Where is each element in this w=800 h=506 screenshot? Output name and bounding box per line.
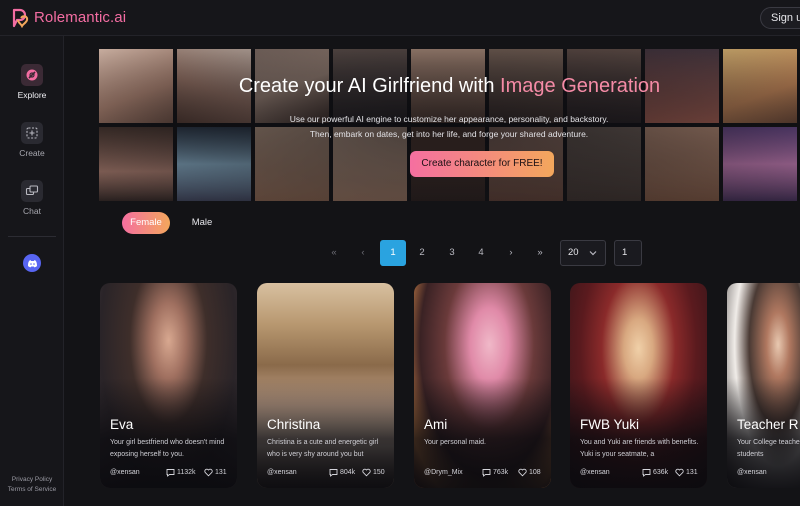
- hero-subtitle: Use our powerful AI engine to customize …: [289, 114, 609, 139]
- sidebar-item-label: Explore: [17, 90, 47, 100]
- card-author[interactable]: @Drym_Mix: [424, 469, 463, 476]
- privacy-policy-link[interactable]: Privacy Policy: [0, 476, 64, 483]
- sidebar-item-label: Create: [19, 148, 45, 158]
- card-likes-count: 150: [373, 469, 385, 476]
- first-page-button[interactable]: «: [321, 240, 347, 266]
- hero-title: Create your AI Girlfriend with Image Gen…: [99, 75, 800, 98]
- sign-up-button[interactable]: Sign up: [760, 7, 800, 29]
- chat-icon: [21, 180, 43, 202]
- card-description: Your personal maid.: [424, 439, 487, 446]
- card-description: Your girl bestfriend who doesn't mind ex…: [110, 439, 225, 458]
- card-likes-count: 108: [529, 469, 541, 476]
- card-likes[interactable]: 108: [518, 468, 541, 477]
- sidebar: Explore Create Chat Privacy Policy Terms…: [0, 36, 64, 506]
- logo-icon[interactable]: [11, 8, 30, 28]
- chevron-down-icon: [589, 251, 597, 256]
- page-1-button[interactable]: 1: [380, 240, 406, 266]
- message-icon: [166, 469, 175, 477]
- page-4-button[interactable]: 4: [468, 240, 494, 266]
- hero-title-prefix: Create your AI Girlfriend with: [238, 75, 501, 97]
- next-page-button[interactable]: ›: [498, 240, 524, 266]
- card-messages: 636k: [642, 468, 668, 477]
- page-2-button[interactable]: 2: [409, 240, 435, 266]
- card-name: FWB Yuki: [580, 417, 640, 432]
- tab-female[interactable]: Female: [122, 212, 170, 234]
- sidebar-item-chat[interactable]: Chat: [0, 178, 64, 218]
- sidebar-item-label: Chat: [23, 206, 41, 216]
- create-character-button[interactable]: Create character for FREE!: [410, 151, 554, 177]
- card-messages-count: 1132k: [177, 469, 196, 476]
- card-likes-count: 131: [686, 469, 698, 476]
- card-name: Christina: [267, 417, 321, 432]
- card-description: Christina is a cute and energetic girl w…: [267, 439, 379, 458]
- card-author[interactable]: @xensan: [580, 469, 610, 476]
- tab-male[interactable]: Male: [184, 212, 220, 234]
- hero-title-accent: Image Generation: [500, 75, 661, 97]
- card-messages: 804k: [329, 468, 355, 477]
- character-card-christina[interactable]: Christina Christina is a cute and energe…: [257, 283, 394, 488]
- page-jump-input[interactable]: 1: [614, 240, 642, 266]
- card-author[interactable]: @xensan: [737, 469, 767, 476]
- card-description: You and Yuki are friends with benefits. …: [580, 439, 699, 458]
- prev-page-button[interactable]: ‹: [350, 240, 376, 266]
- page-size-value: 20: [568, 247, 579, 258]
- card-likes[interactable]: 131: [204, 468, 227, 477]
- card-author[interactable]: @xensan: [267, 469, 297, 476]
- message-icon: [642, 469, 651, 477]
- heart-icon: [362, 468, 371, 477]
- last-page-button[interactable]: »: [527, 240, 553, 266]
- discord-icon[interactable]: [23, 254, 41, 272]
- sidebar-item-explore[interactable]: Explore: [0, 62, 64, 102]
- card-likes-count: 131: [215, 469, 227, 476]
- heart-icon: [204, 468, 213, 477]
- sidebar-divider: [8, 236, 56, 237]
- card-messages-count: 636k: [653, 469, 669, 476]
- card-messages-count: 804k: [340, 469, 356, 476]
- card-name: Ami: [424, 417, 448, 432]
- card-likes[interactable]: 131: [675, 468, 698, 477]
- message-icon: [329, 469, 338, 477]
- top-header: Rolemantic.ai Sign up: [0, 0, 800, 36]
- card-author[interactable]: @xensan: [110, 469, 140, 476]
- heart-icon: [675, 468, 684, 477]
- page-3-button[interactable]: 3: [439, 240, 465, 266]
- card-description: Your College teacher who is strict to he…: [737, 439, 800, 458]
- character-card-ami[interactable]: Ami Your personal maid. @Drym_Mix 763k 1…: [414, 283, 551, 488]
- message-icon: [482, 469, 491, 477]
- character-card-teacher[interactable]: Teacher R Your College teacher who is st…: [727, 283, 800, 488]
- page-size-select[interactable]: 20: [560, 240, 606, 266]
- create-icon: [21, 122, 43, 144]
- hero-banner: Create your AI Girlfriend with Image Gen…: [99, 49, 800, 201]
- terms-of-service-link[interactable]: Terms of Service: [0, 486, 64, 493]
- card-likes[interactable]: 150: [362, 468, 385, 477]
- card-name: Teacher R: [737, 417, 799, 432]
- explore-icon: [21, 64, 43, 86]
- card-name: Eva: [110, 417, 134, 432]
- card-messages: 1132k: [166, 468, 196, 477]
- character-card-fwb-yuki[interactable]: FWB Yuki You and Yuki are friends with b…: [570, 283, 707, 488]
- card-messages: 763k: [482, 468, 508, 477]
- heart-icon: [518, 468, 527, 477]
- app-name[interactable]: Rolemantic.ai: [34, 9, 126, 26]
- card-messages-count: 763k: [493, 469, 509, 476]
- character-card-eva[interactable]: Eva Your girl bestfriend who doesn't min…: [100, 283, 237, 488]
- sidebar-item-create[interactable]: Create: [0, 120, 64, 160]
